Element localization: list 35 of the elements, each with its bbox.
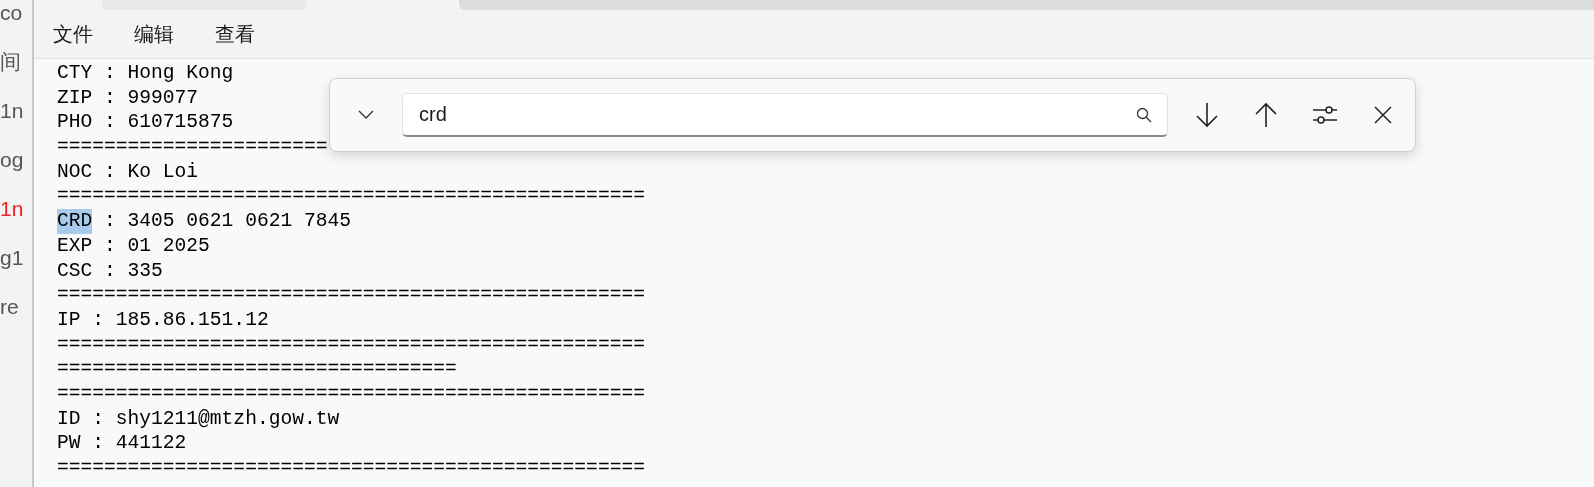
text-line: ZIP : 999077 (57, 85, 199, 111)
chevron-down-icon (358, 110, 374, 120)
text-line: ======================= (57, 135, 328, 160)
background-text: 间 (0, 49, 21, 75)
search-field[interactable]: crd (402, 93, 1168, 137)
text-line: IP : 185.86.151.12 (57, 307, 269, 333)
text-line: ================================================== (57, 184, 645, 210)
text-line: PHO : 610715875 (57, 110, 234, 136)
menu-item[interactable]: 文件 (53, 19, 93, 49)
text-line: ================================== (57, 357, 457, 382)
text-line: ================================================== (57, 332, 645, 358)
search-icon (1136, 107, 1152, 123)
text-line: CSC : 335 (57, 258, 163, 284)
text-line: ================================================== (57, 456, 645, 481)
background-text: og (0, 147, 24, 173)
text-line: PW : 441122 (57, 431, 187, 456)
text-line: EXP : 01 2025 (57, 233, 210, 259)
search-match: CRD (57, 209, 93, 234)
text-line: : 3405 0621 0621 7845 (103, 209, 351, 234)
background-text: 1n (0, 98, 24, 124)
background-text: 1n (0, 196, 24, 222)
arrow-down-icon (1195, 102, 1219, 128)
background-text: co (0, 0, 23, 26)
text-line: ID : shy1211@mtzh.gow.tw (57, 406, 340, 432)
text-line: ================================================== (57, 381, 645, 407)
arrow-up-icon (1254, 102, 1278, 128)
text-line: CTY : Hong Kong (57, 61, 234, 86)
menu-item[interactable]: 编辑 (134, 19, 174, 49)
close-icon (1374, 106, 1392, 124)
sliders-icon (1312, 104, 1338, 126)
text-line: NOC : Ko Loi (57, 159, 199, 185)
background-text: re (0, 294, 19, 320)
background-text: g1 (0, 245, 24, 271)
text-line: ================================================== (57, 283, 645, 308)
menu-item[interactable]: 查看 (215, 19, 255, 49)
